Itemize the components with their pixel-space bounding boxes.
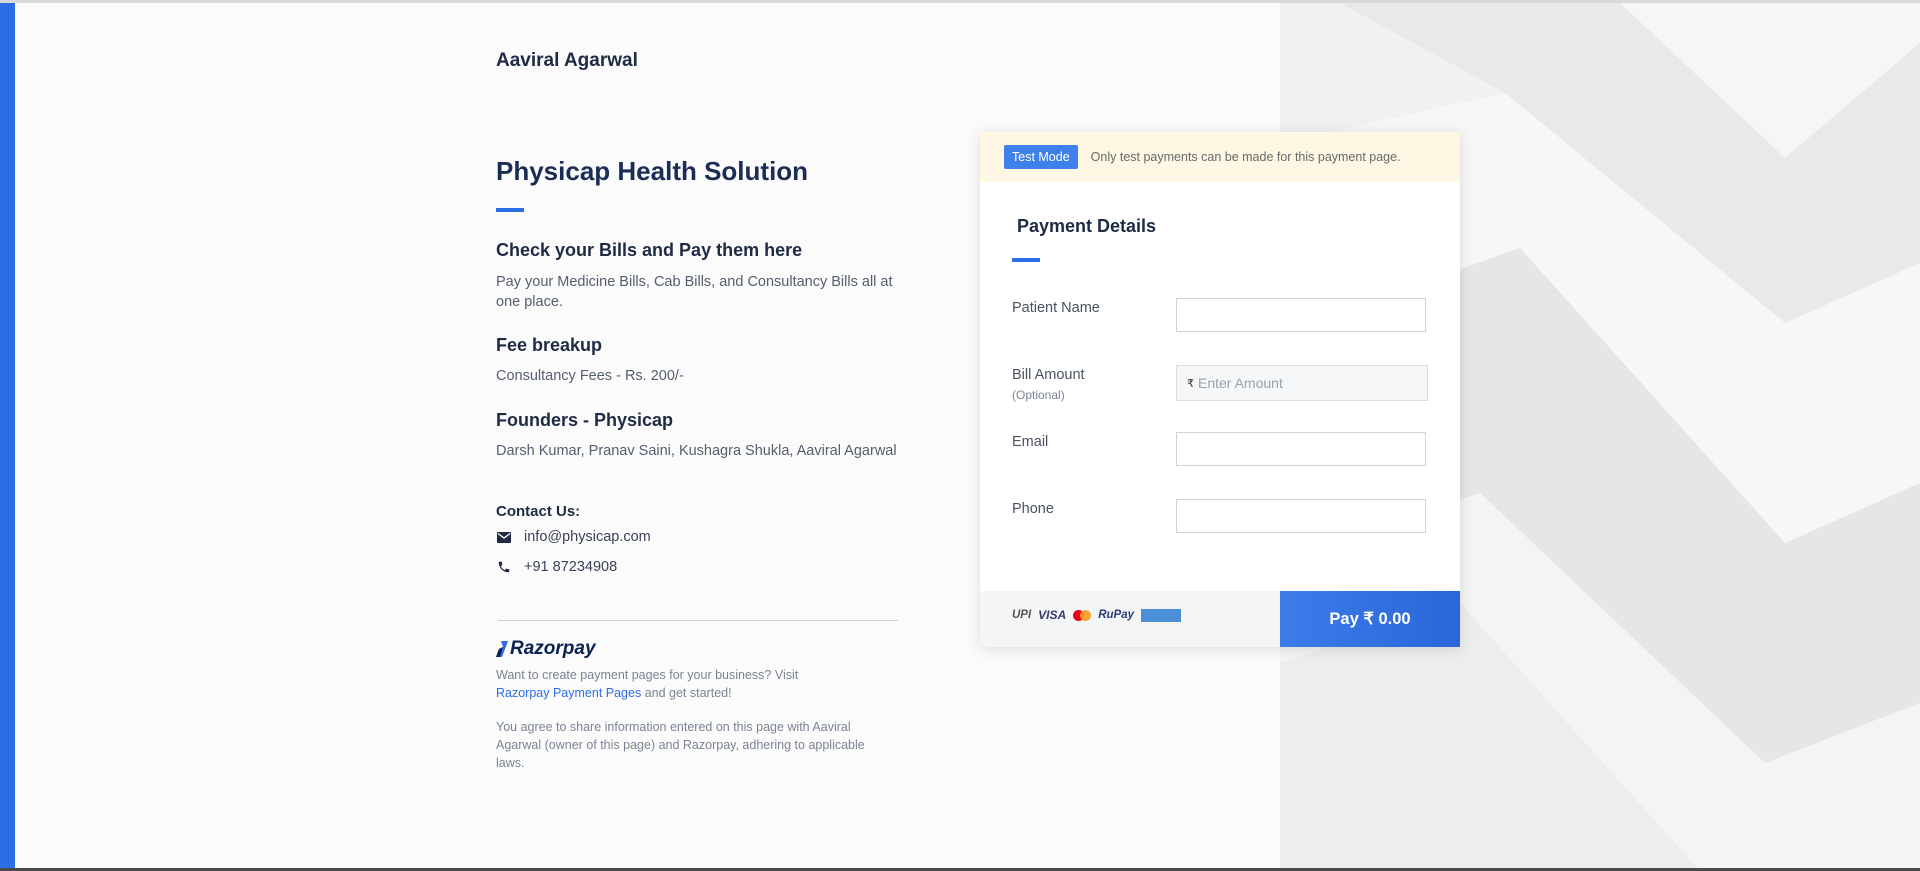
payment-card: Test Mode Only test payments can be made…: [980, 132, 1460, 647]
contact-phone[interactable]: +91 87234908: [524, 559, 617, 575]
test-mode-message: Only test payments can be made for this …: [1090, 150, 1401, 164]
phone-icon: [496, 559, 512, 575]
contact-email-row: info@physicap.com: [496, 527, 651, 547]
title-underline: [496, 208, 524, 212]
bill-amount-input[interactable]: [1194, 367, 1422, 399]
bill-amount-label: Bill Amount: [1012, 367, 1085, 383]
owner-name: Aaviral Agarwal: [496, 50, 638, 71]
contact-phone-row: +91 87234908: [496, 557, 617, 577]
section-text-fee: Consultancy Fees - Rs. 200/-: [496, 368, 684, 384]
payment-title-underline: [1012, 258, 1040, 262]
divider: [498, 620, 898, 621]
patient-name-input[interactable]: [1176, 298, 1426, 332]
email-input[interactable]: [1176, 432, 1426, 466]
razorpay-logo-text: Razorpay: [510, 638, 596, 659]
contact-email[interactable]: info@physicap.com: [524, 529, 651, 545]
payment-method-logos: UPI VISA RuPay: [1012, 608, 1181, 622]
section-heading-founders: Founders - Physicap: [496, 410, 674, 430]
promo-suffix: and get started!: [644, 686, 732, 700]
razorpay-payment-pages-link[interactable]: Razorpay Payment Pages: [496, 686, 641, 700]
test-mode-banner: Test Mode Only test payments can be made…: [980, 132, 1460, 182]
pay-button[interactable]: Pay ₹ 0.00: [1280, 591, 1460, 647]
payment-details-title: Payment Details: [1017, 216, 1157, 236]
left-accent-bar: [0, 3, 15, 871]
section-heading-fee: Fee breakup: [496, 335, 603, 355]
email-label: Email: [1012, 434, 1049, 450]
mail-icon: [496, 529, 512, 545]
rupay-logo: RuPay: [1098, 609, 1134, 621]
amex-logo-icon: [1140, 608, 1181, 622]
bill-amount-field: ₹: [1176, 365, 1428, 401]
razorpay-logo: Razorpay: [496, 638, 596, 660]
razorpay-mark-icon: [496, 641, 508, 657]
test-mode-badge: Test Mode: [1004, 145, 1078, 169]
visa-logo: VISA: [1038, 608, 1067, 622]
page-title: Physicap Health Solution: [496, 156, 809, 186]
section-heading-bills: Check your Bills and Pay them here: [496, 240, 803, 260]
phone-input[interactable]: [1176, 499, 1426, 533]
mastercard-logo-icon: [1073, 609, 1092, 621]
promo-prefix: Want to create payment pages for your bu…: [496, 668, 799, 682]
bill-amount-optional: (Optional): [1012, 388, 1065, 402]
payment-footer: UPI VISA RuPay Pay ₹ 0.00: [980, 591, 1460, 647]
upi-logo: UPI: [1012, 609, 1032, 621]
razorpay-promo: Want to create payment pages for your bu…: [496, 666, 886, 702]
section-text-bills: Pay your Medicine Bills, Cab Bills, and …: [496, 274, 893, 310]
razorpay-agreement: You agree to share information entered o…: [496, 720, 865, 770]
phone-label: Phone: [1012, 501, 1054, 517]
section-text-founders: Darsh Kumar, Pranav Saini, Kushagra Shuk…: [496, 443, 897, 459]
contact-heading: Contact Us:: [496, 503, 581, 520]
patient-name-label: Patient Name: [1012, 300, 1100, 316]
rupee-icon: ₹: [1187, 377, 1194, 390]
